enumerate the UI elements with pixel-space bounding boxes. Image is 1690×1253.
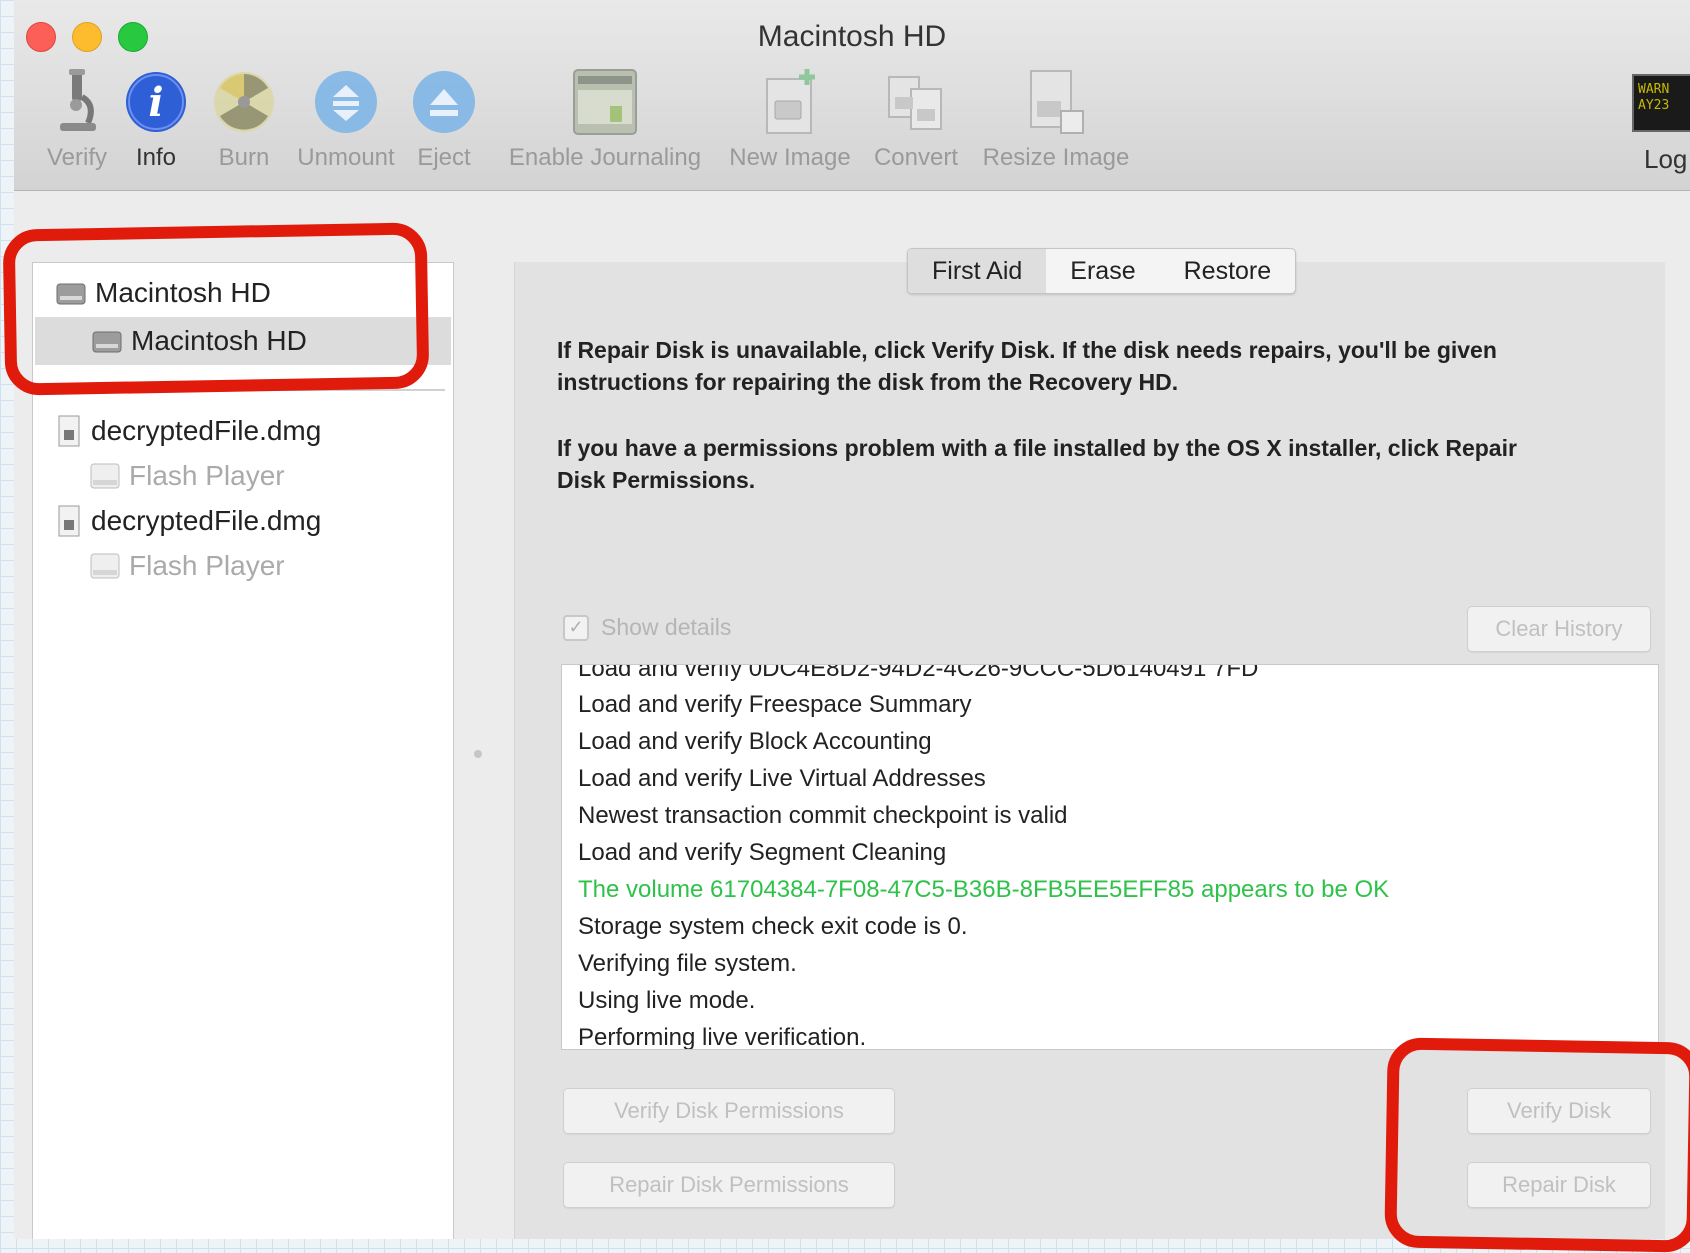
instructions-paragraph-2: If you have a permissions problem with a… bbox=[557, 432, 1647, 496]
toolbar-label: Burn bbox=[218, 144, 270, 171]
unmount-icon bbox=[313, 66, 379, 138]
log-console-icon: WARN AY23 bbox=[1632, 74, 1690, 132]
sidebar-item-dmg[interactable]: decryptedFile.dmg bbox=[55, 499, 321, 543]
log-line-ok: The volume 61704384-7F08-47C5-B36B-8FB5E… bbox=[578, 876, 1390, 903]
svg-text:i: i bbox=[148, 79, 163, 126]
log-line: Load and verify Block Accounting bbox=[578, 728, 932, 755]
toolbar-label: Unmount bbox=[297, 144, 395, 171]
sidebar-item-label: decryptedFile.dmg bbox=[91, 415, 322, 446]
instructions-paragraph-1: If Repair Disk is unavailable, click Ver… bbox=[557, 334, 1647, 398]
toolbar-unmount-button[interactable]: Unmount bbox=[288, 66, 404, 172]
disk-image-icon bbox=[55, 504, 83, 538]
instruction-line: instructions for repairing the disk from… bbox=[557, 369, 1179, 395]
toolbar-label: Verify bbox=[46, 144, 108, 171]
journaling-icon bbox=[570, 66, 640, 138]
toolbar-info-button[interactable]: i Info bbox=[118, 66, 194, 172]
sidebar-item-dmg[interactable]: decryptedFile.dmg bbox=[55, 409, 321, 453]
log-line: Storage system check exit code is 0. bbox=[578, 913, 968, 940]
log-line: Verifying file system. bbox=[578, 950, 797, 977]
log-output[interactable]: Load and verify 0DC4E8D2-94D2-4C26-9CCC-… bbox=[561, 664, 1659, 1050]
verify-disk-permissions-button[interactable]: Verify Disk Permissions bbox=[563, 1088, 895, 1134]
annotation-highlight-buttons bbox=[1384, 1037, 1690, 1253]
sidebar-item-label: Flash Player bbox=[129, 550, 285, 581]
show-details-label: Show details bbox=[601, 614, 732, 640]
sidebar-item-volume-dim[interactable]: Flash Player bbox=[89, 453, 285, 499]
toolbar: Macintosh HD Verify i Info Burn Unmount … bbox=[14, 0, 1690, 191]
log-line: Load and verify Freespace Summary bbox=[578, 691, 972, 718]
resize-image-icon bbox=[1021, 66, 1091, 138]
convert-icon bbox=[883, 66, 949, 138]
split-view-handle[interactable] bbox=[474, 750, 482, 758]
toolbar-label: New Image bbox=[729, 144, 851, 171]
instruction-line: If Repair Disk is unavailable, click Ver… bbox=[557, 337, 1497, 363]
repair-disk-permissions-button[interactable]: Repair Disk Permissions bbox=[563, 1162, 895, 1208]
toolbar-label: Eject bbox=[417, 144, 471, 171]
volume-icon bbox=[89, 460, 121, 492]
microscope-icon bbox=[52, 66, 102, 138]
log-line: Load and verify Segment Cleaning bbox=[578, 839, 947, 866]
toolbar-resize-image-button[interactable]: Resize Image bbox=[972, 66, 1140, 172]
burn-icon bbox=[211, 66, 277, 138]
annotation-highlight-sidebar bbox=[2, 222, 430, 396]
log-line: Load and verify Live Virtual Addresses bbox=[578, 765, 986, 792]
log-line: Performing live verification. bbox=[578, 1024, 867, 1050]
new-image-icon bbox=[757, 66, 823, 138]
toolbar-label: Resize Image bbox=[982, 144, 1130, 171]
tab-restore[interactable]: Restore bbox=[1160, 249, 1296, 293]
window-title: Macintosh HD bbox=[757, 20, 947, 53]
toolbar-label: Convert bbox=[873, 144, 959, 171]
toolbar-label: Enable Journaling bbox=[508, 144, 702, 171]
instruction-line: If you have a permissions problem with a… bbox=[557, 435, 1517, 461]
toolbar-convert-button[interactable]: Convert bbox=[866, 66, 966, 172]
disk-image-icon bbox=[55, 414, 83, 448]
clear-history-button[interactable]: Clear History bbox=[1467, 606, 1651, 652]
toolbar-eject-button[interactable]: Eject bbox=[408, 66, 480, 172]
log-line: Load and verify 0DC4E8D2-94D2-4C26-9CCC-… bbox=[578, 664, 1259, 682]
volume-icon bbox=[89, 550, 121, 582]
show-details-checkbox[interactable]: ✓ Show details bbox=[563, 614, 731, 641]
tab-first-aid[interactable]: First Aid bbox=[908, 249, 1047, 293]
sidebar-item-label: decryptedFile.dmg bbox=[91, 505, 322, 536]
tab-bar: First Aid Erase Restore bbox=[907, 248, 1297, 294]
toolbar-enable-journaling-button[interactable]: Enable Journaling bbox=[498, 66, 712, 172]
info-icon: i bbox=[124, 66, 188, 138]
sidebar-item-label: Flash Player bbox=[129, 460, 285, 491]
tab-erase[interactable]: Erase bbox=[1046, 249, 1159, 293]
sidebar-item-volume-dim[interactable]: Flash Player bbox=[89, 543, 285, 589]
disk-sidebar: Macintosh HD Macintosh HD decryptedFile.… bbox=[32, 262, 454, 1239]
log-line: Newest transaction commit checkpoint is … bbox=[578, 802, 1068, 829]
toolbar-burn-button[interactable]: Burn bbox=[204, 66, 284, 172]
eject-icon bbox=[411, 66, 477, 138]
toolbar-log-button[interactable]: Log bbox=[1644, 144, 1687, 175]
instruction-line: Disk Permissions. bbox=[557, 467, 756, 493]
toolbar-verify-button[interactable]: Verify bbox=[30, 66, 124, 172]
toolbar-new-image-button[interactable]: New Image bbox=[720, 66, 860, 172]
toolbar-label: Info bbox=[135, 144, 177, 171]
checkmark-icon: ✓ bbox=[563, 614, 589, 641]
log-line: Using live mode. bbox=[578, 987, 756, 1014]
